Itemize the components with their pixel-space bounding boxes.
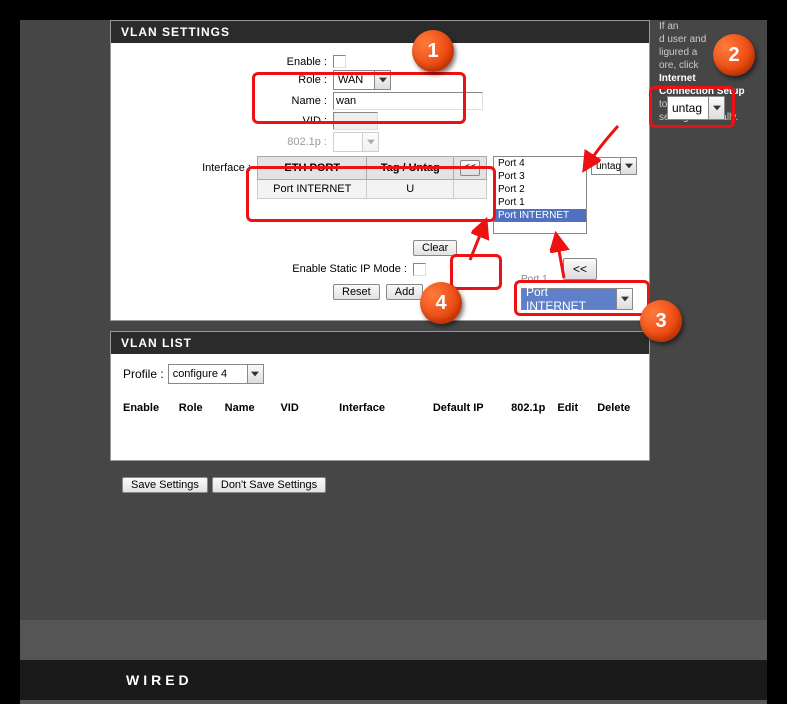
interface-table: ETH PORT Tag / Untag << Port INTERNET U [257,156,487,199]
vid-label: VID : [123,115,333,127]
port-internet-popup[interactable]: Port 1 Port INTERNET [521,288,633,310]
name-input[interactable] [333,92,483,110]
role-select[interactable]: WAN [333,70,391,90]
col-taguntag: Tag / Untag [367,157,454,180]
clear-button[interactable]: Clear [413,240,457,256]
col-ethport: ETH PORT [258,157,367,180]
profile-label: Profile : [123,367,164,381]
enable-label: Enable : [123,56,333,68]
vid-input[interactable] [333,112,378,130]
enable-static-label: Enable Static IP Mode : [123,263,413,275]
add-button[interactable]: Add [386,284,424,300]
vlan-list-panel: VLAN LIST Profile : configure 4 Enable R… [110,331,650,461]
available-ports-listbox[interactable]: Port 4 Port 3 Port 2 Port 1 Port INTERNE… [493,156,587,234]
chevron-down-icon[interactable] [709,96,725,120]
add-port-button[interactable]: << [563,258,597,280]
name-label: Name : [123,95,333,107]
chevron-down-icon[interactable] [363,132,379,152]
dont-save-settings-button[interactable]: Don't Save Settings [212,477,326,493]
role-value: WAN [333,70,375,90]
role-label: Role : [123,74,333,86]
vlan-list-header: VLAN LIST [111,332,649,354]
chevron-down-icon[interactable] [621,157,637,175]
list-item-selected[interactable]: Port INTERNET [494,209,586,222]
save-settings-button[interactable]: Save Settings [122,477,208,493]
table-row: Port INTERNET U [258,180,487,199]
vlan-settings-header: VLAN SETTINGS [111,21,649,43]
save-button-row: Save Settings Don't Save Settings [110,471,767,503]
list-item[interactable]: Port 2 [494,183,586,196]
enable-checkbox[interactable] [333,55,346,68]
p8021-label: 802.1p : [123,136,333,148]
chevron-down-icon[interactable] [617,288,633,310]
reset-button[interactable]: Reset [333,284,380,300]
chevron-down-icon[interactable] [248,364,264,384]
taguntag-select-small[interactable]: untag [591,157,637,175]
chevron-down-icon[interactable] [375,70,391,90]
vlan-list-columns: Enable Role Name VID Interface Default I… [123,396,637,420]
enable-static-checkbox[interactable] [413,263,426,276]
interface-label: Interface : [123,156,257,174]
vlan-settings-panel: VLAN SETTINGS Enable : Role : WAN Name : [110,20,650,321]
list-item[interactable]: Port 3 [494,170,586,183]
p8021-select[interactable] [333,132,379,152]
list-item[interactable]: Port 4 [494,157,586,170]
remove-port-button[interactable]: << [460,160,480,176]
profile-select[interactable]: configure 4 [168,364,264,384]
list-item[interactable]: Port 1 [494,196,586,209]
taguntag-select-popup[interactable]: untag [667,96,725,120]
footer-title: WIRED [20,660,767,700]
